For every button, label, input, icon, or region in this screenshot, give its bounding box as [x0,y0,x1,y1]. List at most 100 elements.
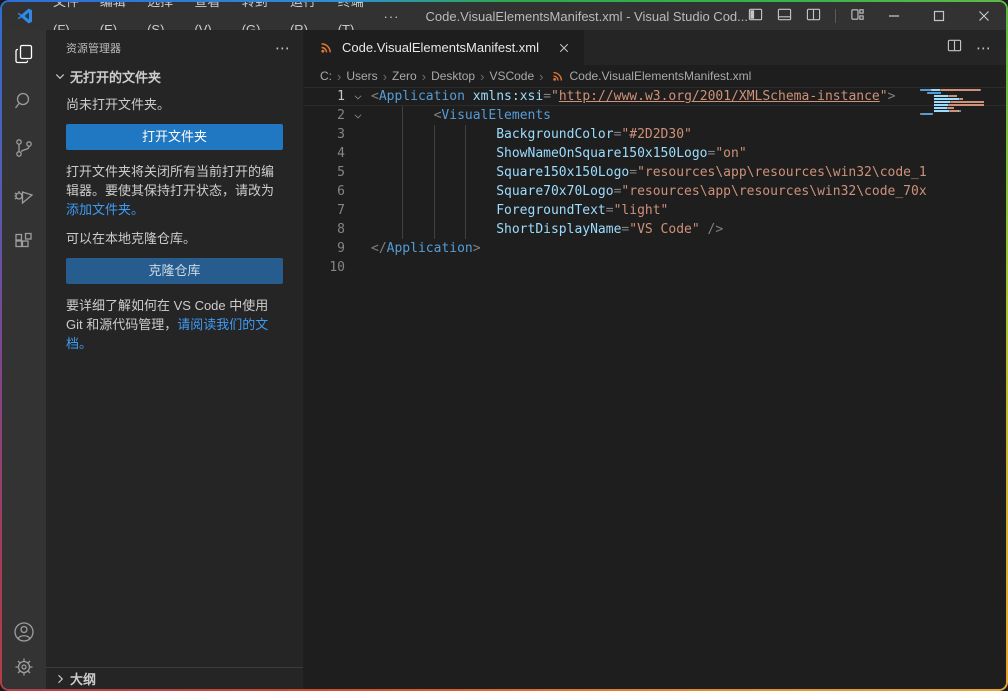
outline-label: 大纲 [70,669,96,688]
toggle-secondary-sidebar-icon[interactable] [806,7,821,25]
open-note-text: 打开文件夹将关闭所有当前打开的编辑器。要使其保持打开状态，请改为 [66,164,274,198]
code-area: 1 <Application xmlns:xsi="http://www.w3.o… [304,87,1006,689]
tab-code-visualelementsmanifest[interactable]: Code.VisualElementsManifest.xml [304,30,584,65]
code-text: <Application xmlns:xsi="http://www.w3.or… [371,87,1006,106]
code-text: Square70x70Logo="resources\app\resources… [371,182,1006,201]
minimap[interactable] [920,89,998,119]
clone-repository-button[interactable]: 克隆仓库 [66,258,283,284]
customize-layout-icon[interactable] [850,7,865,25]
indent-guide [465,182,496,201]
code-line[interactable]: 8 ShortDisplayName="VS Code" /> [304,220,1006,239]
xml-file-icon [552,70,564,82]
window-title: Code.VisualElementsManifest.xml - Visual… [425,9,748,24]
account-icon[interactable] [2,608,46,655]
extensions-icon[interactable] [2,218,46,265]
code-line[interactable]: 7ForegroundText="light" [304,201,1006,220]
fold-chevron-icon[interactable] [345,106,371,125]
source-control-icon[interactable] [2,124,46,171]
breadcrumb-item[interactable]: Desktop [431,69,475,83]
breadcrumb-file[interactable]: Code.VisualElementsManifest.xml [569,69,751,83]
line-number[interactable]: 3 [304,125,345,144]
code-line[interactable]: 1 <Application xmlns:xsi="http://www.w3.o… [304,87,1006,106]
fold-gutter [345,258,371,277]
line-number[interactable]: 4 [304,144,345,163]
activity-bar-top [2,30,46,265]
breadcrumb-item[interactable]: Zero [392,69,417,83]
indent-guide [434,163,465,182]
editor-more-actions-icon[interactable]: ⋯ [976,39,992,57]
code-line[interactable]: 10 [304,258,1006,277]
no-folder-text: 尚未打开文件夹。 [66,95,283,114]
search-icon[interactable] [2,77,46,124]
indent-guide [465,125,496,144]
outline-section-header[interactable]: 大纲 [46,667,303,689]
indent-guide [402,144,433,163]
code-text: Square150x150Logo="resources\app\resourc… [371,163,1006,182]
chevron-down-icon [54,70,66,82]
tab-close-icon[interactable] [554,38,574,58]
activity-bar [2,30,46,689]
title-bar: 文件(F)编辑(E)选择(S)查看(V)转到(G)运行(R)终端(T) ··· … [2,2,1006,30]
code-line[interactable]: 9</Application> [304,239,1006,258]
code-line[interactable]: 4ShowNameOnSquare150x150Logo="on" [304,144,1006,163]
section-no-folder[interactable]: 无打开的文件夹 [46,65,303,87]
editor-group: Code.VisualElementsManifest.xml ⋯ C:›Use… [304,30,1006,689]
breadcrumb-item[interactable]: VSCode [489,69,534,83]
minimap-line [920,95,998,97]
indent-guide [465,144,496,163]
code-text: ShortDisplayName="VS Code" /> [371,220,1006,239]
clone-hint-text: 可以在本地克隆仓库。 [66,229,283,248]
code-line[interactable]: 2<VisualElements [304,106,1006,125]
close-button[interactable] [961,2,1006,30]
line-number[interactable]: 2 [304,106,345,125]
minimize-button[interactable] [871,2,916,30]
main-area: 资源管理器 ⋯ 无打开的文件夹 尚未打开文件夹。 打开文件夹 打开文件夹将关闭所… [2,30,1006,689]
line-number[interactable]: 7 [304,201,345,220]
open-folder-button[interactable]: 打开文件夹 [66,124,283,150]
indent-guide [371,106,402,125]
fold-gutter [345,125,371,144]
sidebar-more-actions-icon[interactable]: ⋯ [275,39,291,57]
add-folder-link[interactable]: 添加文件夹 [66,202,131,217]
line-number[interactable]: 6 [304,182,345,201]
toggle-primary-sidebar-icon[interactable] [748,7,763,25]
code-line[interactable]: 3BackgroundColor="#2D2D30" [304,125,1006,144]
indent-guide [402,106,433,125]
indent-guide [371,201,402,220]
activity-bar-bottom [2,608,46,689]
tab-bar: Code.VisualElementsManifest.xml ⋯ [304,30,1006,65]
indent-guide [434,144,465,163]
fold-gutter [345,201,371,220]
line-number[interactable]: 8 [304,220,345,239]
toggle-panel-icon[interactable] [777,7,792,25]
indent-guide [434,125,465,144]
sidebar-body: 尚未打开文件夹。 打开文件夹 打开文件夹将关闭所有当前打开的编辑器。要使其保持打… [46,87,303,363]
indent-guide [465,163,496,182]
breadcrumb-item[interactable]: Users [346,69,377,83]
line-number[interactable]: 1 [304,87,345,106]
indent-guide [402,220,433,239]
line-number[interactable]: 5 [304,163,345,182]
fold-chevron-icon[interactable] [345,87,371,106]
line-number[interactable]: 10 [304,258,345,277]
code-line[interactable]: 6 Square70x70Logo="resources\app\resource… [304,182,1006,201]
indent-guide [371,144,402,163]
breadcrumb-item[interactable]: C: [320,69,332,83]
code-line[interactable]: 5 Square150x150Logo="resources\app\resour… [304,163,1006,182]
menu-overflow-button[interactable]: ··· [375,9,407,24]
layout-separator [835,9,836,23]
maximize-button[interactable] [916,2,961,30]
layout-controls [748,7,871,25]
breadcrumb-separator-icon: › [537,69,545,84]
minimap-line [920,101,998,103]
add-folder-suffix: 。 [131,202,144,217]
code-editor[interactable]: 1 <Application xmlns:xsi="http://www.w3.o… [304,87,1006,277]
minimap-line [920,107,998,109]
line-number[interactable]: 9 [304,239,345,258]
run-debug-icon[interactable] [2,171,46,218]
settings-icon[interactable] [2,655,46,689]
indent-guide [371,163,402,182]
explorer-icon[interactable] [2,30,46,77]
breadcrumb-separator-icon: › [335,69,343,84]
split-editor-icon[interactable] [947,38,962,58]
